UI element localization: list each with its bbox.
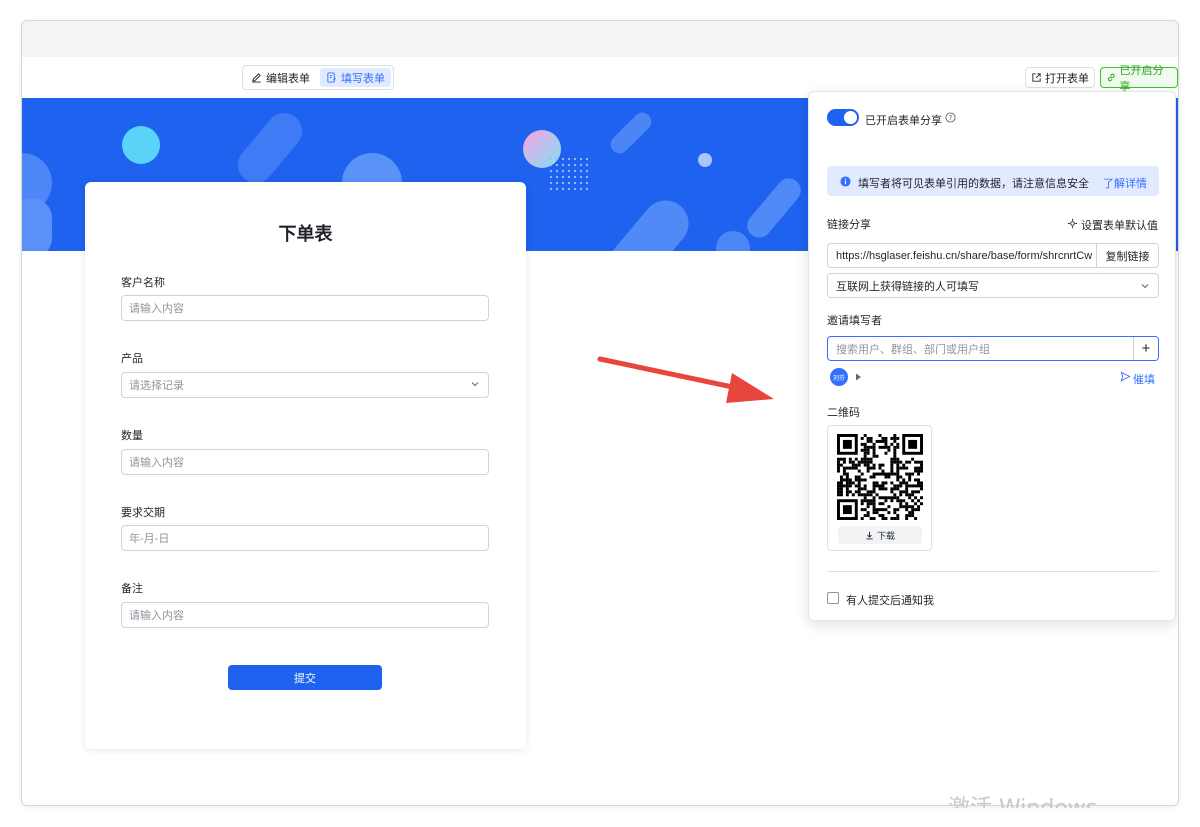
link-share-title: 链接分享 — [827, 219, 871, 231]
form-title: 下单表 — [278, 224, 333, 244]
quantity-placeholder: 请输入内容 — [129, 457, 184, 469]
pencil-icon — [252, 73, 261, 83]
learn-more-link[interactable]: 了解详情 — [1103, 175, 1147, 191]
banner-decoration — [742, 173, 806, 243]
notify-checkbox[interactable] — [827, 592, 839, 604]
due-date-input[interactable]: 年-月-日 — [121, 525, 489, 551]
share-toggle[interactable] — [827, 109, 859, 126]
permission-select[interactable]: 互联网上获得链接的人可填写 — [827, 273, 1159, 298]
avatar-text: 刘芬 — [832, 375, 845, 382]
download-button[interactable]: 下载 — [838, 526, 922, 544]
share-url-field[interactable]: https://hsglaser.feishu.cn/share/base/fo… — [827, 243, 1159, 268]
external-link-icon — [1032, 73, 1041, 82]
form-fill-icon — [327, 72, 337, 83]
permission-value: 互联网上获得链接的人可填写 — [836, 280, 979, 293]
field-label-quantity: 数量 — [121, 430, 143, 442]
qr-code — [837, 434, 923, 520]
caret-right-icon[interactable] — [855, 373, 862, 381]
annotation-arrow — [597, 356, 774, 403]
notes-placeholder: 请输入内容 — [129, 610, 184, 622]
banner-decoration — [606, 108, 656, 158]
field-label-product: 产品 — [121, 353, 143, 365]
share-panel: 已开启表单分享 ? 填写者将可见表单引用的数据，请注意信息安全 了解详情 链接分… — [808, 91, 1176, 621]
field-label-due-date: 要求交期 — [121, 507, 165, 519]
banner-dots — [548, 156, 592, 190]
invite-search-placeholder: 搜索用户、群组、部门或用户组 — [836, 343, 990, 356]
form-card: 下单表 客户名称 请输入内容 产品 请选择记录 数量 请输入内容 要求交期 年-… — [85, 182, 526, 749]
fill-form-tab[interactable]: 填写表单 — [320, 68, 391, 87]
banner-decoration — [122, 126, 160, 164]
banner-decoration — [22, 198, 52, 251]
product-placeholder: 请选择记录 — [129, 380, 184, 392]
security-notice: 填写者将可见表单引用的数据，请注意信息安全 了解详情 — [827, 166, 1159, 196]
windows-activation-watermark: 激活 Windows — [948, 790, 1097, 808]
divider — [827, 571, 1159, 572]
share-enabled-label: 已开启分享 — [1119, 64, 1164, 93]
link-icon — [1107, 73, 1115, 82]
app-window: 编辑表单 填写表单 打开表单 已开启分享 下单表 客户名称 请输入内容 产品 请… — [21, 20, 1179, 806]
info-icon — [840, 176, 851, 187]
security-notice-text: 填写者将可见表单引用的数据，请注意信息安全 — [858, 178, 1089, 190]
download-icon — [866, 531, 873, 539]
copy-link-button[interactable]: 复制链接 — [1096, 244, 1158, 267]
open-form-button[interactable]: 打开表单 — [1025, 67, 1095, 88]
set-defaults-button[interactable]: 设置表单默认值 — [1081, 217, 1158, 233]
field-label-customer: 客户名称 — [121, 277, 165, 289]
edit-form-label: 编辑表单 — [266, 72, 310, 85]
help-icon[interactable]: ? — [945, 112, 956, 123]
share-toggle-label: 已开启表单分享 — [865, 115, 942, 127]
svg-text:?: ? — [949, 114, 953, 122]
banner-decoration — [716, 231, 750, 251]
invite-search-input[interactable]: 搜索用户、群组、部门或用户组 + — [827, 336, 1159, 361]
banner-decoration — [592, 191, 698, 251]
open-form-label: 打开表单 — [1045, 72, 1089, 85]
remind-button[interactable]: 催填 — [1133, 371, 1155, 387]
banner-decoration — [230, 105, 310, 191]
avatar[interactable]: 刘芬 — [830, 368, 848, 386]
submit-button[interactable]: 提交 — [228, 665, 382, 690]
invite-title: 邀请填写者 — [827, 315, 882, 327]
product-select[interactable]: 请选择记录 — [121, 372, 489, 398]
chevron-down-icon — [471, 382, 479, 387]
chevron-down-icon — [1141, 284, 1149, 289]
banner-decoration — [698, 153, 712, 167]
qr-card: 下载 — [827, 425, 932, 551]
add-invitee-button[interactable]: + — [1133, 337, 1158, 360]
top-bar — [22, 21, 1178, 57]
settings-icon — [1067, 218, 1078, 229]
customer-name-placeholder: 请输入内容 — [129, 303, 184, 315]
fill-form-label: 填写表单 — [341, 72, 385, 85]
mode-switch: 编辑表单 填写表单 — [242, 65, 394, 90]
notify-label: 有人提交后通知我 — [846, 595, 934, 607]
download-label: 下载 — [876, 530, 895, 541]
send-icon — [1120, 371, 1131, 382]
due-date-placeholder: 年-月-日 — [129, 533, 170, 545]
share-enabled-button[interactable]: 已开启分享 — [1100, 65, 1178, 93]
quantity-input[interactable]: 请输入内容 — [121, 449, 489, 475]
edit-form-tab[interactable]: 编辑表单 — [245, 68, 316, 87]
qr-title: 二维码 — [827, 407, 860, 419]
notes-input[interactable]: 请输入内容 — [121, 602, 489, 628]
share-url-text: https://hsglaser.feishu.cn/share/base/fo… — [836, 249, 1093, 262]
customer-name-input[interactable]: 请输入内容 — [121, 295, 489, 321]
field-label-notes: 备注 — [121, 583, 143, 595]
